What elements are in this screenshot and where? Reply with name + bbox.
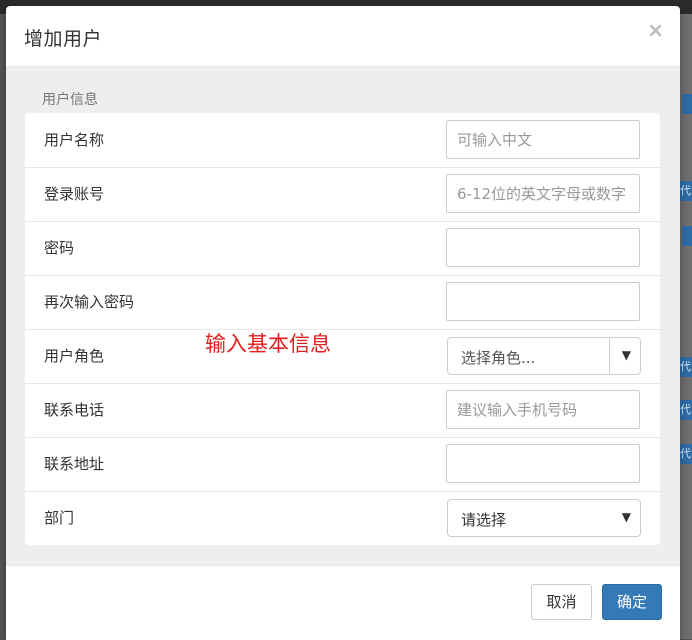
background-button: 代	[680, 181, 692, 201]
login-account-input[interactable]	[446, 174, 640, 213]
form-row-password: 密码	[25, 221, 660, 276]
dialog-header: 增加用户 ×	[6, 6, 680, 67]
confirm-password-input[interactable]	[446, 282, 640, 321]
select-divider	[609, 338, 610, 374]
form-row-username: 用户名称	[25, 113, 660, 168]
dialog-body: 用户信息 用户名称 登录账号 密码 再次输入密码	[6, 67, 680, 565]
caret-down-icon: ▼	[621, 510, 631, 524]
login-account-label: 登录账号	[44, 185, 105, 203]
form-row-user-role: 用户角色 选择角色... ▼	[25, 329, 660, 384]
form-row-phone: 联系电话	[25, 383, 660, 438]
dialog-footer: 取消 确定	[6, 565, 680, 640]
user-info-card: 用户名称 登录账号 密码 再次输入密码 用户角色 选择角色	[25, 113, 660, 545]
confirm-password-label: 再次输入密码	[44, 293, 135, 311]
section-label: 用户信息	[42, 92, 98, 108]
department-label: 部门	[44, 509, 75, 527]
form-row-department: 部门 请选择 ▼	[25, 491, 660, 545]
address-input[interactable]	[446, 444, 640, 483]
annotation-text: 输入基本信息	[205, 332, 331, 356]
confirm-button[interactable]: 确定	[602, 584, 662, 620]
background-button: 代	[680, 357, 692, 377]
form-row-login-account: 登录账号	[25, 167, 660, 222]
add-user-dialog: 增加用户 × 用户信息 用户名称 登录账号 密码 再次输入密码	[6, 6, 680, 640]
password-label: 密码	[44, 239, 75, 257]
close-icon[interactable]: ×	[647, 18, 664, 42]
phone-input[interactable]	[446, 390, 640, 429]
dialog-title: 增加用户	[24, 28, 103, 50]
phone-label: 联系电话	[44, 401, 105, 419]
background-button	[682, 226, 692, 246]
background-button: 代	[680, 444, 692, 464]
background-button	[682, 94, 692, 114]
address-label: 联系地址	[44, 455, 105, 473]
background-button: 代	[680, 400, 692, 420]
cancel-button[interactable]: 取消	[531, 584, 592, 620]
form-row-address: 联系地址	[25, 437, 660, 492]
user-role-label: 用户角色	[44, 347, 105, 365]
username-label: 用户名称	[44, 131, 105, 149]
user-role-selected: 选择角色...	[461, 349, 536, 367]
username-input[interactable]	[446, 120, 640, 159]
user-role-select[interactable]: 选择角色... ▼	[447, 337, 641, 375]
form-row-confirm-password: 再次输入密码	[25, 275, 660, 330]
password-input[interactable]	[446, 228, 640, 267]
department-select[interactable]: 请选择 ▼	[447, 499, 641, 537]
caret-down-icon[interactable]: ▼	[622, 348, 631, 362]
department-selected: 请选择	[461, 511, 507, 529]
